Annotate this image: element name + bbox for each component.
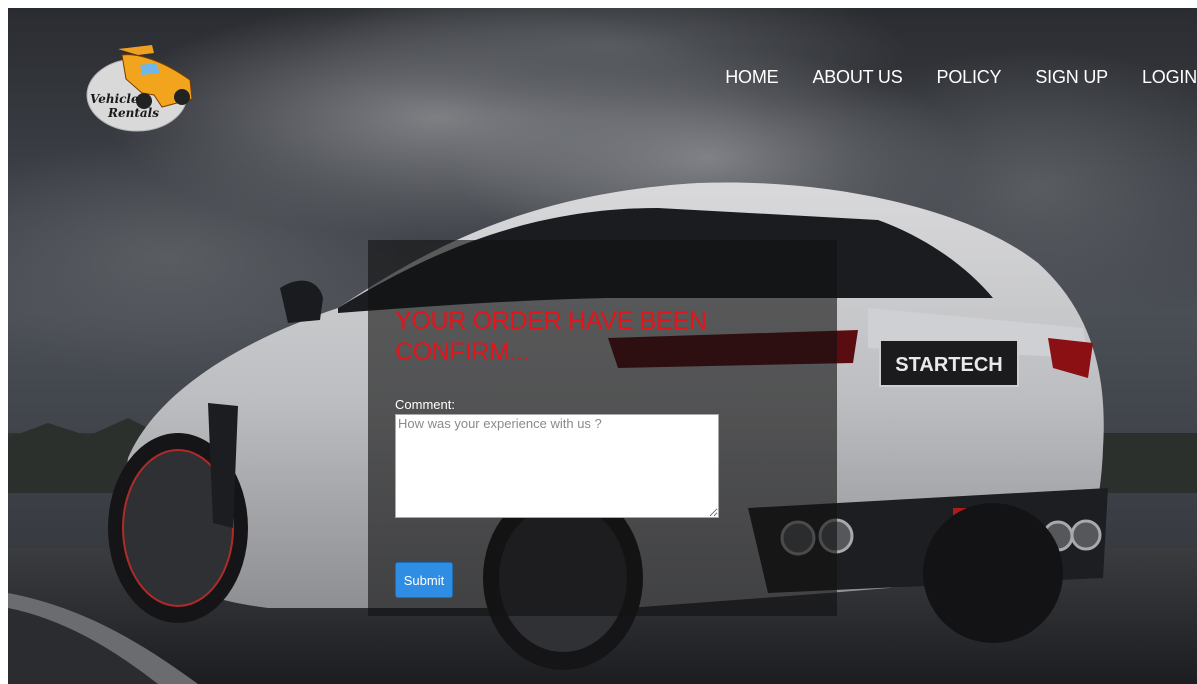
car-badge-text: STARTECH	[895, 354, 1002, 376]
order-confirmation-title: YOUR ORDER HAVE BEEN CONFIRM...	[395, 307, 707, 366]
site-logo[interactable]: Vehicle Rentals	[82, 35, 206, 135]
nav-policy-link[interactable]: POLICY	[937, 67, 1002, 88]
nav-about-us-link[interactable]: ABOUT US	[812, 67, 902, 88]
nav-home-link[interactable]: HOME	[725, 67, 778, 88]
comment-label: Comment:	[395, 397, 455, 412]
nav-login-link[interactable]: LOGIN	[1142, 67, 1197, 88]
page: STARTECH Vehicle Rentals HOME ABOUT US P…	[0, 0, 1197, 684]
nav-sign-up-link[interactable]: SIGN UP	[1035, 67, 1108, 88]
main-nav: HOME ABOUT US POLICY SIGN UP LOGIN	[725, 62, 1197, 92]
submit-button[interactable]: Submit	[395, 562, 453, 598]
hero-section: STARTECH Vehicle Rentals HOME ABOUT US P…	[8, 8, 1197, 684]
logo-text-line2: Rentals	[107, 106, 159, 120]
logo-text-line1: Vehicle	[90, 92, 139, 106]
order-confirmation-panel: YOUR ORDER HAVE BEEN CONFIRM... Comment:…	[368, 240, 837, 616]
comment-textarea[interactable]	[395, 414, 719, 518]
